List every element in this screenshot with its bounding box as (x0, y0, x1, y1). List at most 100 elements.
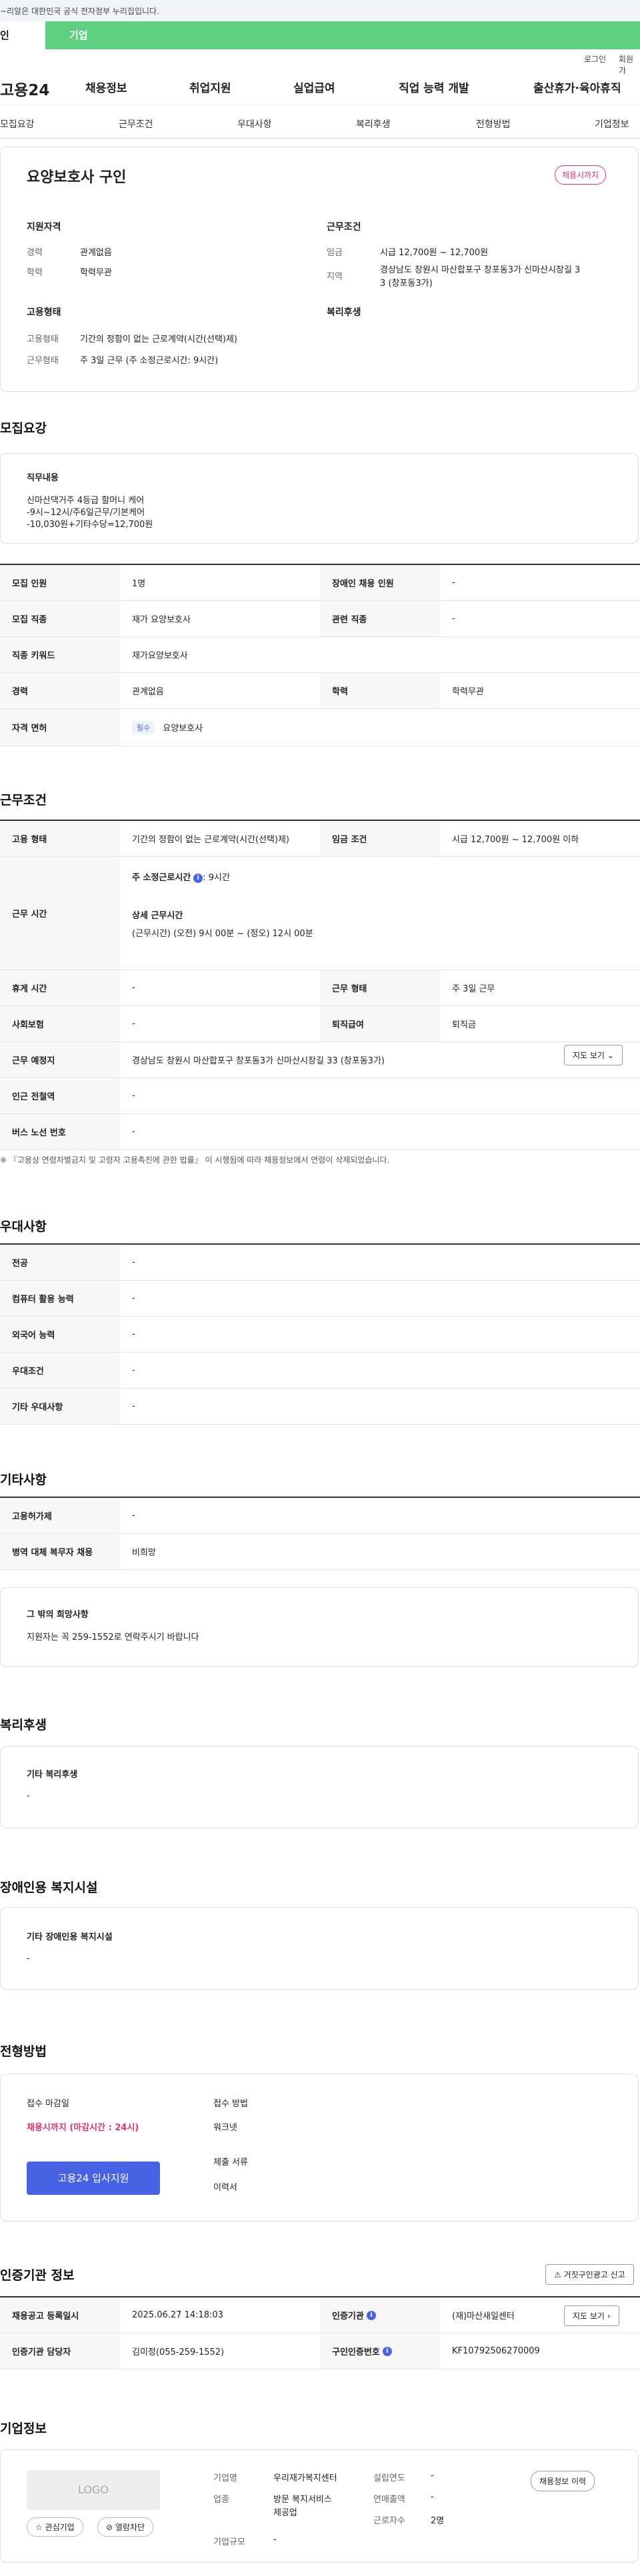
cert-map-label: 지도 보기 (573, 2311, 605, 2321)
cell-value: - (132, 983, 135, 993)
cell-value: 학력무관 (452, 687, 484, 697)
table-row: 사회보험 - 퇴직급여 퇴직금 (0, 1006, 640, 1042)
duty-title: 직무내용 (27, 473, 59, 483)
career-label: 경력 (27, 248, 43, 258)
table-row: 근무 시간 주 소정근로시간 i: 9시간 상세 근무시간 (근무시간) (오전)… (0, 857, 640, 970)
cell-header: 사회보험 (0, 1006, 120, 1041)
table-row: 휴게 시간 - 근무 형태 주 3일 근무 (0, 970, 640, 1006)
subnav-recruit[interactable]: 모집요강 (0, 117, 35, 131)
subnav-conditions[interactable]: 근무조건 (119, 117, 153, 131)
job-title: 요양보호사 구인 (27, 169, 127, 186)
table-row: 인근 전철역 - (0, 1078, 640, 1114)
subnav-preferences[interactable]: 우대사항 (237, 117, 272, 131)
info-icon[interactable]: i (382, 2346, 392, 2356)
cell-value: 기간의 정함이 없는 근로계약(시간(선택)제) (132, 835, 290, 845)
info-icon[interactable]: i (366, 2310, 376, 2320)
cell-value: 1명 (132, 579, 146, 589)
chevron-down-icon: ⌄ (607, 1051, 614, 1060)
table-row: 컴퓨터 활용 능력 - (0, 1281, 640, 1317)
subnav-process[interactable]: 전형방법 (476, 117, 511, 131)
table-row: 인증기관 담당자 김미정(055-259-1552) 구인인증번호 i KF107… (0, 2333, 640, 2369)
education-label: 학력 (27, 268, 43, 278)
docs-value: 이력서 (213, 2183, 237, 2193)
cell-value: 주 3일 근무 (452, 984, 495, 994)
method-value: 워크넷 (213, 2123, 237, 2133)
nav-item-vocational-training[interactable]: 직업 능력 개발 (399, 79, 469, 95)
cell-header: 임금 조건 (320, 821, 440, 856)
career-value: 관계없음 (80, 248, 112, 258)
tab-individual[interactable]: 인 (0, 21, 45, 49)
cell-value: - (132, 1127, 135, 1137)
favorite-company-button[interactable]: ☆ 관심기업 (27, 2517, 83, 2537)
disabled-card (0, 1907, 639, 1990)
job-history-button[interactable]: 채용정보 이력 (531, 2471, 595, 2491)
welfare-card-title: 기타 복리후생 (27, 1770, 78, 1780)
other-wish-text: 지원자는 꼭 259-1552로 연락주시기 바랍니다 (27, 1632, 199, 1642)
map-view-label: 지도 보기 (573, 1051, 605, 1060)
process-card (0, 2074, 639, 2222)
weekly-hours-label: 주 소정근로시간 (132, 873, 191, 883)
report-fake-ad-button[interactable]: ⚠ 거짓구인광고 신고 (545, 2264, 634, 2285)
employment-type-label: 고용형태 (27, 334, 59, 344)
qualification-title: 지원자격 (27, 222, 61, 233)
cell-value: 김미정(055-259-1552) (132, 2347, 225, 2357)
site-logo[interactable]: 고용24 (0, 77, 49, 100)
cell-value: - (132, 1019, 135, 1029)
wage-value: 시급 12,700원 ~ 12,700원 (380, 248, 489, 258)
apply-button[interactable]: 고용24 입사지원 (27, 2162, 160, 2195)
table-row: 근무 예정지 경상남도 창원시 마산합포구 창포동3가 신마산시장길 33 (창… (0, 1042, 640, 1078)
company-name-label: 기업명 (213, 2473, 237, 2483)
section-pref-title: 우대사항 (0, 1219, 47, 1234)
pref-table: 전공 - 컴퓨터 활용 능력 - 외국어 능력 - 우대조건 - 기타 우대사항 - (0, 1243, 640, 1425)
nav-item-employment-support[interactable]: 취업지원 (189, 79, 231, 95)
cell-value: - (452, 614, 455, 624)
other-wish-card (0, 1587, 639, 1667)
cell-value: - (132, 1257, 135, 1267)
cell-value: 경상남도 창원시 마산합포구 창포동3가 신마산시장길 33 (창포동3가) (132, 1056, 385, 1066)
table-row: 기타 우대사항 - (0, 1389, 640, 1425)
section-cert-title: 인증기관 정보 (0, 2268, 75, 2283)
cell-header: 장애인 채용 인원 (320, 565, 440, 600)
table-row: 외국어 능력 - (0, 1317, 640, 1353)
section-recruit-title: 모집요강 (0, 421, 47, 436)
duty-line2: -9시~12시/주6일근무/기본케어 (27, 508, 145, 518)
block-view-button[interactable]: ⊘ 열람차단 (97, 2517, 154, 2537)
cell-header: 버스 노선 번호 (0, 1114, 120, 1149)
info-icon[interactable]: i (193, 873, 203, 883)
report-fake-ad-label: 거짓구인광고 신고 (563, 2270, 625, 2279)
other-wish-title: 그 밖의 희망사항 (27, 1610, 89, 1620)
industry-value-line1: 방문 복지서비스 (273, 2495, 332, 2505)
welfare-card-value: - (27, 1791, 30, 1801)
nav-item-parental-leave[interactable]: 출산휴가·육아휴직 (533, 79, 621, 95)
subnav-welfare[interactable]: 복리후생 (356, 117, 391, 131)
cell-header: 휴게 시간 (0, 970, 120, 1005)
cell-value: - (132, 1511, 135, 1521)
section-etc-title: 기타사항 (0, 1473, 47, 1487)
subnav-company[interactable]: 기업정보 (595, 117, 629, 131)
industry-label: 업종 (213, 2495, 229, 2505)
cell-value: 시급 12,700원 ~ 12,700원 이하 (452, 835, 579, 845)
gov-banner: ~리알은 대한민국 공식 전자정부 누리집입니다. (0, 0, 640, 21)
map-view-button[interactable]: 지도 보기 ⌄ (564, 1045, 623, 1065)
login-link[interactable]: 로그인 (584, 53, 606, 65)
cell-header: 고용 형태 (0, 821, 120, 856)
nav-item-unemployment-benefit[interactable]: 실업급여 (293, 79, 335, 95)
cell-value: KF10792506270009 (452, 2346, 540, 2356)
nav-item-jobs[interactable]: 채용정보 (85, 79, 127, 95)
cert-num-label: 구인인증번호 (332, 2347, 380, 2357)
section-company-title: 기업정보 (0, 2421, 47, 2436)
disabled-card-title: 기타 장애인용 복지시설 (27, 1932, 113, 1942)
region-value-line2: 3 (창포동3가) (380, 279, 433, 289)
deadline-value: 채용시까지 (마감시간 : 24시) (27, 2123, 139, 2133)
employment-type-value: 기간의 정함이 없는 근로계약(시간(선택)제) (80, 334, 238, 344)
company-logo: LOGO (27, 2470, 160, 2510)
utility-links: 로그인 회원가 (0, 49, 640, 75)
cert-map-button[interactable]: 지도 보기 › (564, 2305, 619, 2326)
cell-header: 병역 대체 복무자 채용 (0, 1534, 120, 1569)
section-welfare-title: 복리후생 (0, 1718, 47, 1732)
section-disabled-title: 장애인용 복지시설 (0, 1880, 98, 1895)
star-icon: ☆ (35, 2523, 43, 2532)
tab-company[interactable]: 기업 (69, 21, 88, 49)
cell-value: 재가 요양보호사 (132, 615, 191, 625)
company-name-value: 우리재가복지센터 (273, 2473, 337, 2483)
